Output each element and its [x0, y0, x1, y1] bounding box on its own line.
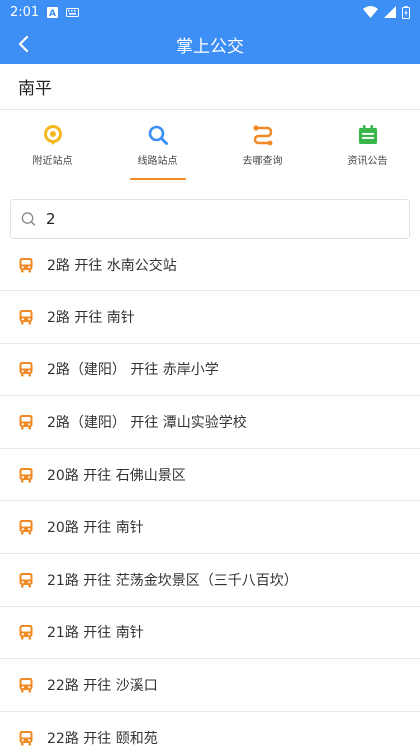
bus-icon — [19, 414, 33, 430]
bus-icon — [19, 309, 33, 325]
bus-icon — [19, 625, 33, 640]
calendar-icon — [358, 125, 377, 144]
bus-icon — [19, 730, 33, 746]
bus-icon — [19, 362, 33, 377]
page-title: 掌上公交 — [176, 36, 244, 57]
list-item[interactable]: 21路 开往 茫荡金坎景区（三千八百坎） — [0, 554, 420, 607]
route-name: 21路 开往 南针 — [47, 625, 144, 642]
route-name: 2路 开往 水南公交站 — [47, 257, 177, 274]
search-icon — [21, 212, 36, 226]
location-pin-icon — [43, 125, 62, 145]
route-name: 2路（建阳） 开往 赤岸小学 — [47, 362, 219, 379]
list-item[interactable]: 20路 开往 南针 — [0, 501, 420, 554]
route-name: 2路（建阳） 开往 潭山实验学校 — [47, 414, 247, 431]
city-name: 南平 — [18, 79, 52, 99]
list-item[interactable]: 2路（建阳） 开往 潭山实验学校 — [0, 396, 420, 449]
tab-news-notices[interactable]: 资讯公告 — [315, 110, 420, 182]
route-list: 2路 开往 水南公交站 2路 开往 南针 2路（建阳） 开往 赤岸小学 2路（建阳） … — [0, 239, 420, 746]
city-selector[interactable]: 南平 — [0, 64, 420, 110]
list-item[interactable]: 22路 开往 沙溪口 — [0, 659, 420, 712]
status-bar: 2:01 A — [0, 0, 420, 24]
list-item[interactable]: 2路 开往 南针 — [0, 291, 420, 344]
list-item[interactable]: 2路 开往 水南公交站 — [0, 239, 420, 291]
tab-label: 资讯公告 — [347, 156, 388, 167]
route-icon — [252, 125, 272, 146]
list-item[interactable]: 2路（建阳） 开往 赤岸小学 — [0, 344, 420, 397]
svg-text:A: A — [49, 9, 56, 18]
tab-label: 线路站点 — [137, 156, 178, 167]
route-name: 21路 开往 茫荡金坎景区（三千八百坎） — [47, 572, 298, 589]
bus-icon — [19, 572, 33, 588]
tab-label: 去哪查询 — [242, 156, 283, 167]
tab-route-stops[interactable]: 线路站点 — [105, 110, 210, 182]
route-search-box[interactable] — [10, 199, 410, 239]
bus-icon — [19, 467, 33, 483]
active-tab-indicator — [129, 178, 186, 180]
bus-icon — [19, 520, 33, 535]
tab-nearby-stops[interactable]: 附近站点 — [0, 110, 105, 182]
search-icon — [148, 125, 168, 145]
notification-a-icon: A — [47, 6, 59, 18]
back-button[interactable] — [10, 30, 38, 58]
keyboard-icon — [66, 7, 80, 17]
route-name: 2路 开往 南针 — [47, 309, 135, 326]
tab-where-to-go[interactable]: 去哪查询 — [210, 110, 315, 182]
list-item[interactable]: 21路 开往 南针 — [0, 607, 420, 660]
route-name: 20路 开往 石佛山景区 — [47, 467, 186, 484]
app-header: 掌上公交 — [0, 24, 420, 64]
feature-tabs: 附近站点 线路站点 去哪查询 资讯公告 — [0, 110, 420, 182]
battery-icon — [402, 5, 410, 19]
route-name: 20路 开往 南针 — [47, 520, 144, 537]
list-item[interactable]: 22路 开往 颐和苑 — [0, 712, 420, 746]
search-input[interactable] — [45, 210, 399, 228]
bus-icon — [19, 677, 33, 693]
tab-label: 附近站点 — [32, 156, 73, 167]
signal-icon — [384, 6, 396, 18]
bus-icon — [19, 257, 33, 272]
chevron-left-icon — [18, 36, 29, 52]
route-name: 22路 开往 颐和苑 — [47, 730, 158, 746]
wifi-icon — [363, 6, 378, 18]
route-name: 22路 开往 沙溪口 — [47, 677, 158, 694]
status-time: 2:01 — [10, 4, 40, 20]
list-item[interactable]: 20路 开往 石佛山景区 — [0, 449, 420, 502]
